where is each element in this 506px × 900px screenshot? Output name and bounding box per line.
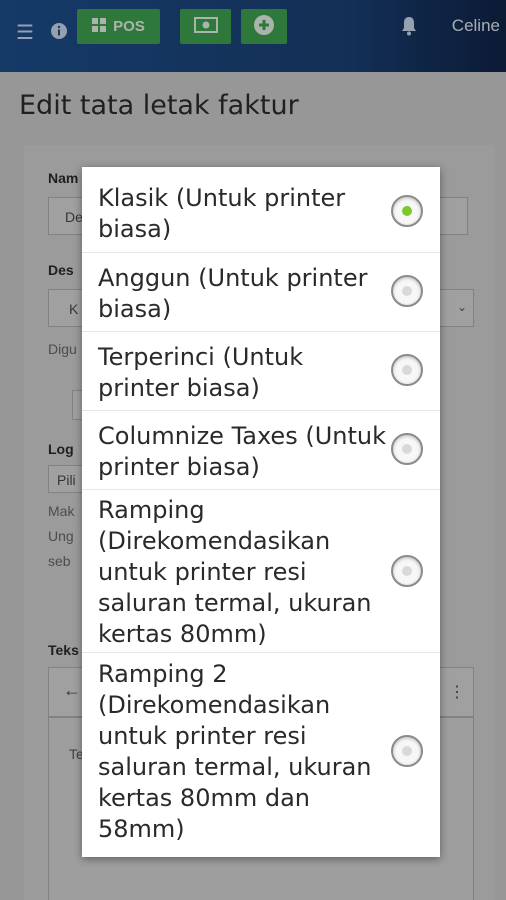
modal-backdrop-top (0, 0, 506, 72)
radio-icon[interactable] (391, 275, 423, 307)
radio-icon[interactable] (391, 555, 423, 587)
option-ramping[interactable]: Ramping (Direkomendasikan untuk printer … (82, 490, 440, 653)
option-anggun[interactable]: Anggun (Untuk printer biasa) (82, 253, 440, 332)
option-label: Ramping (Direkomendasikan untuk printer … (98, 496, 372, 648)
option-terperinci[interactable]: Terperinci (Untuk printer biasa) (82, 332, 440, 411)
radio-icon[interactable] (391, 433, 423, 465)
option-label: Anggun (Untuk printer biasa) (98, 264, 368, 323)
radio-icon[interactable] (391, 735, 423, 767)
layout-choice-dialog: Klasik (Untuk printer biasa) Anggun (Unt… (82, 167, 440, 857)
option-label: Terperinci (Untuk printer biasa) (98, 343, 304, 402)
option-label: Columnize Taxes (Untuk printer biasa) (98, 422, 386, 481)
option-ramping-2[interactable]: Ramping 2 (Direkomendasikan untuk printe… (82, 653, 440, 857)
option-klasik[interactable]: Klasik (Untuk printer biasa) (82, 167, 440, 253)
radio-selected-icon[interactable] (391, 195, 423, 227)
option-columnize-taxes[interactable]: Columnize Taxes (Untuk printer biasa) (82, 411, 440, 490)
option-label: Ramping 2 (Direkomendasikan untuk printe… (98, 660, 372, 843)
radio-icon[interactable] (391, 354, 423, 386)
option-label: Klasik (Untuk printer biasa) (98, 184, 346, 243)
